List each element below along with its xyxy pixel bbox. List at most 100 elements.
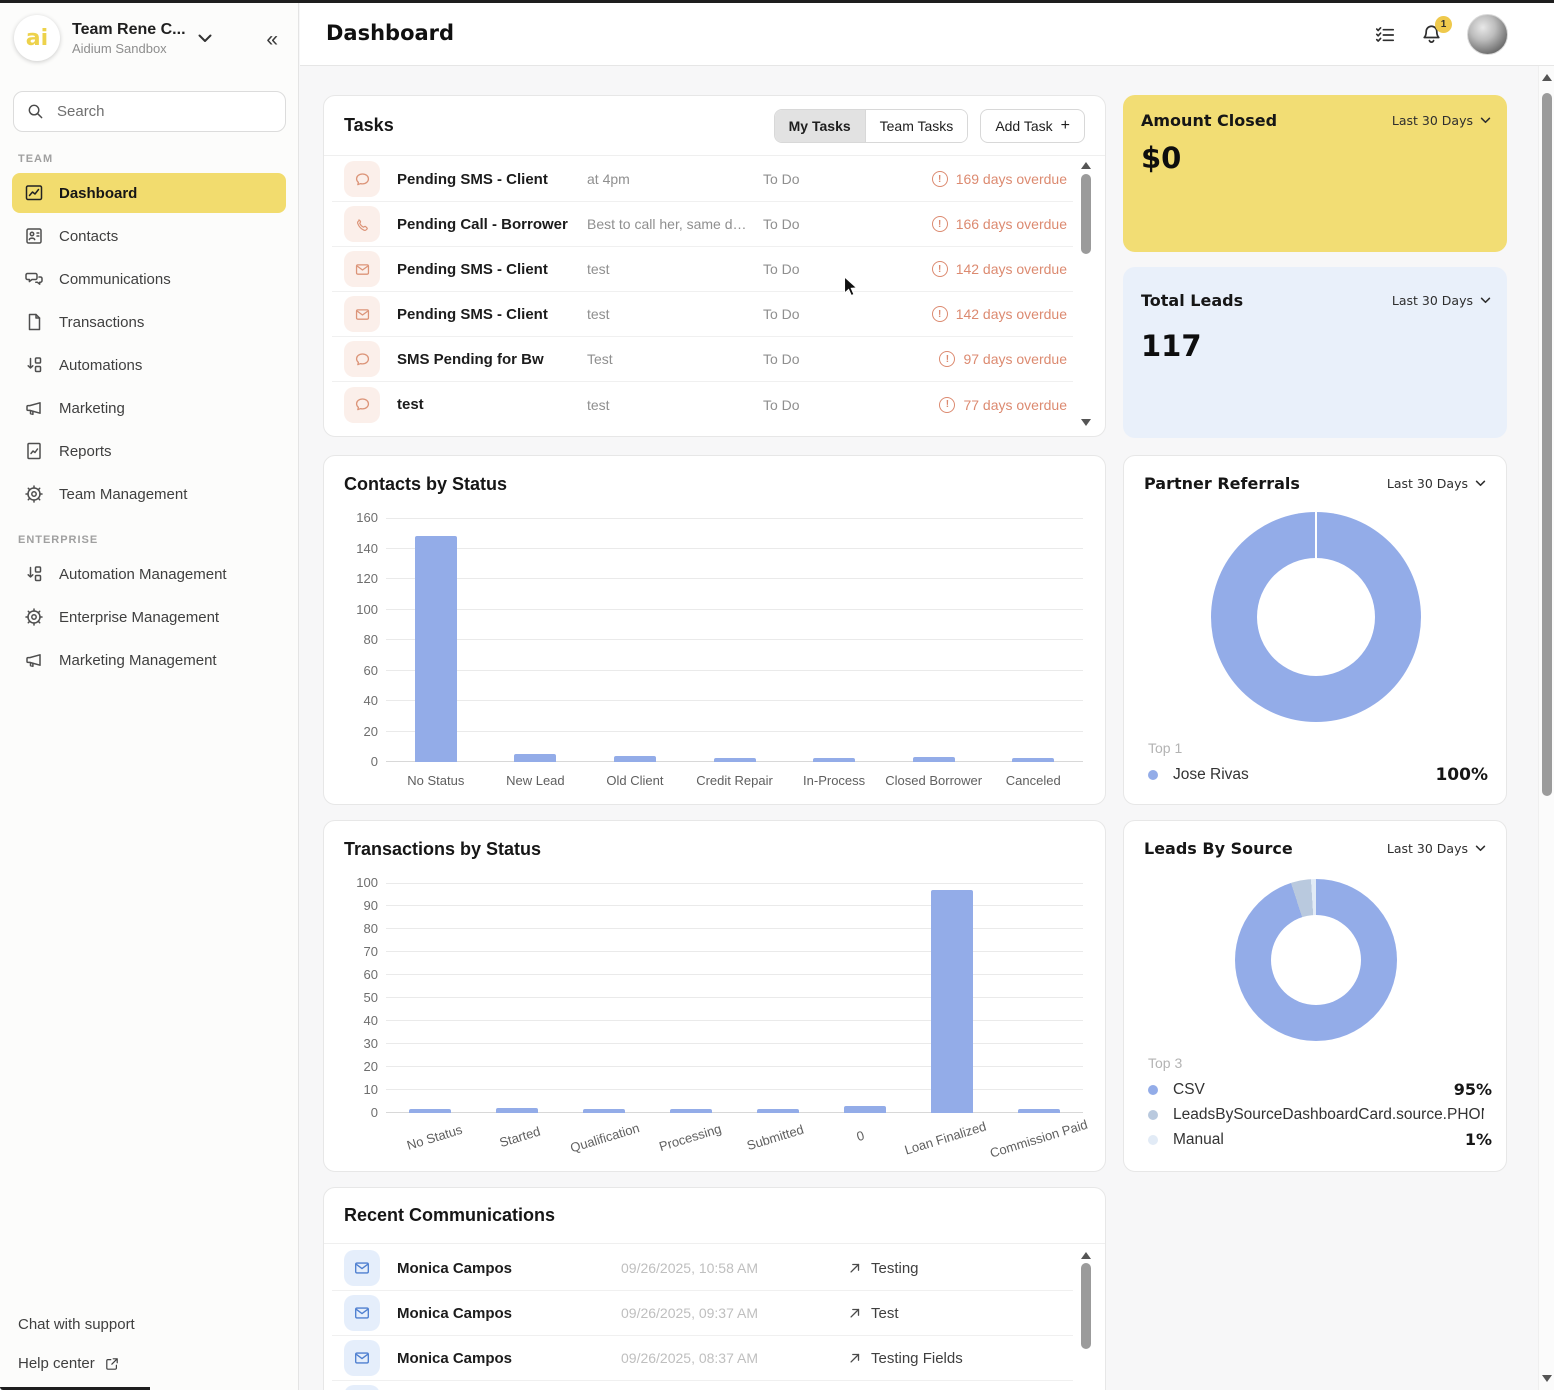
y-axis-tick: 20 — [364, 1059, 378, 1074]
y-axis-tick: 30 — [364, 1036, 378, 1051]
sidebar-item-marketing-management[interactable]: Marketing Management — [12, 640, 286, 680]
legend-dot — [1148, 1085, 1158, 1095]
sidebar-item-contacts[interactable]: Contacts — [12, 216, 286, 256]
overdue-alert-icon: ! — [932, 261, 948, 277]
scroll-down-icon[interactable] — [1081, 419, 1091, 426]
add-task-button[interactable]: Add Task+ — [980, 109, 1085, 143]
task-row[interactable]: Pending SMS - Client test To Do !142 day… — [332, 292, 1073, 337]
legend-dot — [1148, 770, 1158, 780]
y-axis-tick: 0 — [371, 1105, 378, 1120]
communications-scrollbar[interactable] — [1079, 1250, 1094, 1390]
scroll-up-icon[interactable] — [1081, 1252, 1091, 1259]
document-icon — [24, 312, 44, 332]
tab-my-tasks[interactable]: My Tasks — [775, 110, 865, 142]
task-row[interactable]: SMS Pending for Bw Test To Do !97 days o… — [332, 337, 1073, 382]
sidebar-item-automations[interactable]: Automations — [12, 345, 286, 385]
y-axis-tick: 80 — [364, 921, 378, 936]
bar — [913, 757, 955, 762]
sidebar-item-label: Dashboard — [59, 185, 137, 202]
sidebar-item-marketing[interactable]: Marketing — [12, 388, 286, 428]
y-axis-tick: 60 — [364, 663, 378, 678]
bar — [813, 758, 855, 762]
sidebar-item-automation-management[interactable]: Automation Management — [12, 554, 286, 594]
total-leads-period-dropdown[interactable]: Last 30 Days — [1392, 293, 1491, 308]
collapse-sidebar-icon[interactable]: « — [266, 29, 278, 50]
search-input-wrap[interactable] — [13, 91, 286, 132]
x-axis-label: No Status — [407, 766, 464, 788]
y-axis-tick: 120 — [356, 571, 378, 586]
y-axis-tick: 40 — [364, 693, 378, 708]
search-input[interactable] — [57, 103, 273, 120]
page-title: Dashboard — [326, 21, 454, 45]
sidebar-item-reports[interactable]: Reports — [12, 431, 286, 471]
x-axis-label: New Lead — [506, 766, 565, 788]
arrow-up-right-icon — [848, 1306, 862, 1320]
x-axis-label: Credit Repair — [696, 766, 773, 788]
sidebar-item-label: Communications — [59, 271, 171, 288]
tasks-title: Tasks — [344, 115, 394, 136]
arrow-up-right-icon — [848, 1261, 862, 1275]
bar — [714, 758, 756, 762]
chat-with-support-link[interactable]: Chat with support — [18, 1316, 135, 1333]
sidebar-item-label: Marketing — [59, 400, 125, 417]
task-row[interactable]: Pending Call - Borrower Best to call her… — [332, 202, 1073, 247]
email-icon — [344, 1340, 380, 1376]
total-leads-value: 117 — [1141, 329, 1202, 363]
recent-communications-title: Recent Communications — [344, 1205, 555, 1226]
task-row[interactable]: test test To Do !77 days overdue — [332, 382, 1073, 427]
transactions-by-status-card: Transactions by Status 01020304050607080… — [323, 820, 1106, 1172]
communication-row[interactable]: Monica Campos 09/26/2025, 10:58 AM Testi… — [332, 1246, 1073, 1291]
chat-icon — [344, 161, 380, 197]
chevron-down-icon — [1475, 845, 1486, 852]
partner-referrals-period-dropdown[interactable]: Last 30 Days — [1387, 476, 1486, 491]
help-center-link[interactable]: Help center — [18, 1355, 135, 1372]
chat-bubbles-icon — [24, 269, 44, 289]
page-scrollbar[interactable] — [1538, 66, 1554, 1390]
chat-icon — [344, 387, 380, 423]
tasks-scrollbar[interactable] — [1079, 160, 1094, 428]
chevron-down-icon[interactable] — [198, 34, 212, 43]
contact-card-icon — [24, 226, 44, 246]
gear-icon — [24, 484, 44, 504]
legend-item: Manual 1% — [1148, 1127, 1492, 1152]
tab-team-tasks[interactable]: Team Tasks — [865, 110, 968, 142]
y-axis-tick: 20 — [364, 724, 378, 739]
org-switcher[interactable]: ai Team Rene C... Aidium Sandbox — [14, 15, 212, 61]
task-list-icon[interactable] — [1374, 24, 1396, 46]
notifications-bell-icon[interactable]: 1 — [1420, 23, 1443, 46]
leads-by-source-period-dropdown[interactable]: Last 30 Days — [1387, 841, 1486, 856]
communication-row[interactable]: Monica Campos 09/26/2025, 08:37 AM Testi… — [332, 1336, 1073, 1381]
communication-row[interactable] — [332, 1381, 1073, 1390]
mail-icon — [344, 251, 380, 287]
sidebar-item-enterprise-management[interactable]: Enterprise Management — [12, 597, 286, 637]
user-avatar[interactable] — [1467, 14, 1508, 55]
top-label: Top 1 — [1148, 740, 1182, 756]
megaphone-icon — [24, 398, 44, 418]
automation-flow-icon — [24, 564, 44, 584]
email-icon — [344, 1385, 380, 1390]
x-axis-label: Processing — [653, 1109, 722, 1154]
bar — [1012, 758, 1054, 762]
sidebar-item-communications[interactable]: Communications — [12, 259, 286, 299]
scroll-up-icon[interactable] — [1542, 74, 1552, 81]
legend-dot — [1148, 1135, 1158, 1145]
plus-icon: + — [1061, 118, 1070, 134]
sidebar-item-transactions[interactable]: Transactions — [12, 302, 286, 342]
scrollbar-thumb[interactable] — [1081, 1263, 1091, 1349]
task-row[interactable]: Pending SMS - Client test To Do !142 day… — [332, 247, 1073, 292]
phone-icon — [344, 206, 380, 242]
task-row[interactable]: Pending SMS - Client at 4pm To Do !169 d… — [332, 157, 1073, 202]
chevron-down-icon — [1475, 480, 1486, 487]
donut-hole — [1257, 558, 1375, 676]
scroll-up-icon[interactable] — [1081, 162, 1091, 169]
leads-by-source-title: Leads By Source — [1144, 839, 1293, 858]
sidebar-item-team-management[interactable]: Team Management — [12, 474, 286, 514]
total-leads-card: Total Leads Last 30 Days 117 — [1123, 267, 1507, 438]
search-icon — [26, 102, 45, 121]
scrollbar-thumb[interactable] — [1081, 174, 1091, 254]
scrollbar-thumb[interactable] — [1542, 93, 1552, 796]
amount-closed-period-dropdown[interactable]: Last 30 Days — [1392, 113, 1491, 128]
sidebar-item-dashboard[interactable]: Dashboard — [12, 173, 286, 213]
communication-row[interactable]: Monica Campos 09/26/2025, 09:37 AM Test — [332, 1291, 1073, 1336]
scroll-down-icon[interactable] — [1542, 1375, 1552, 1382]
